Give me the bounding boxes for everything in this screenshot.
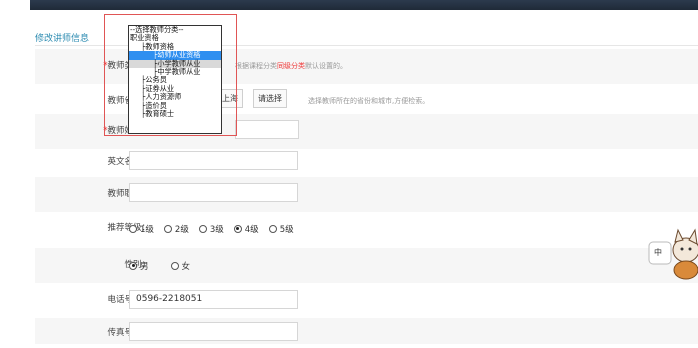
gender-option-female[interactable]: 女 [170,260,190,272]
level-radio-group: 1级 2级 3级 4级 5级 [129,211,294,246]
gender-radio-group: 男 女 [129,248,190,283]
level-option-1[interactable]: 1级 [129,223,154,235]
radio-circle[interactable] [129,224,137,233]
row-phone: 电话号码： 0596-2218051 [35,283,698,318]
row-teacher-title: 教师职称： [35,177,698,212]
mascot-bubble-text: 中 [654,247,662,257]
row-recommend-level: 推荐等级： 1级 2级 3级 4级 5级 [35,211,698,246]
level-option-5[interactable]: 5级 [268,223,294,235]
radio-circle[interactable] [198,224,207,233]
level-option-2[interactable]: 2级 [163,223,189,235]
top-header-bar [0,0,698,10]
cat-mascot-icon[interactable]: 中 [648,212,698,282]
radio-circle[interactable] [170,261,179,270]
english-name-input[interactable] [129,151,298,170]
teacher-title-input[interactable] [129,183,298,202]
dropdown-option[interactable]: ├教育硕士 [129,109,221,118]
level-option-3[interactable]: 3级 [198,223,224,235]
level-option-4[interactable]: 4级 [233,223,259,235]
choose-region-button[interactable]: 请选择 [253,89,287,108]
radio-circle[interactable] [163,224,172,233]
teacher-type-hint: 根据课程分类同级分类默认设置的。 [235,62,347,70]
radio-circle-selected[interactable] [233,224,242,233]
radio-circle[interactable] [268,224,277,233]
phone-input[interactable]: 0596-2218051 [129,290,298,309]
content-corner [0,0,30,22]
row-fax: 传真号码： [35,318,698,344]
section-title: 修改讲师信息 [35,34,90,44]
teacher-name-input[interactable] [235,120,299,139]
fax-input[interactable] [129,322,298,341]
row-english-name: 英文名称： [35,145,698,180]
teacher-category-dropdown[interactable]: --选择教师分类-- 职业资格 ├教师资格 ├幼师从业资格 ├小学教师从业 ├中… [128,25,222,134]
gender-option-male[interactable]: 男 [129,260,149,272]
row-gender: 性别： 男 女 [35,248,698,283]
radio-circle-selected[interactable] [129,261,137,270]
